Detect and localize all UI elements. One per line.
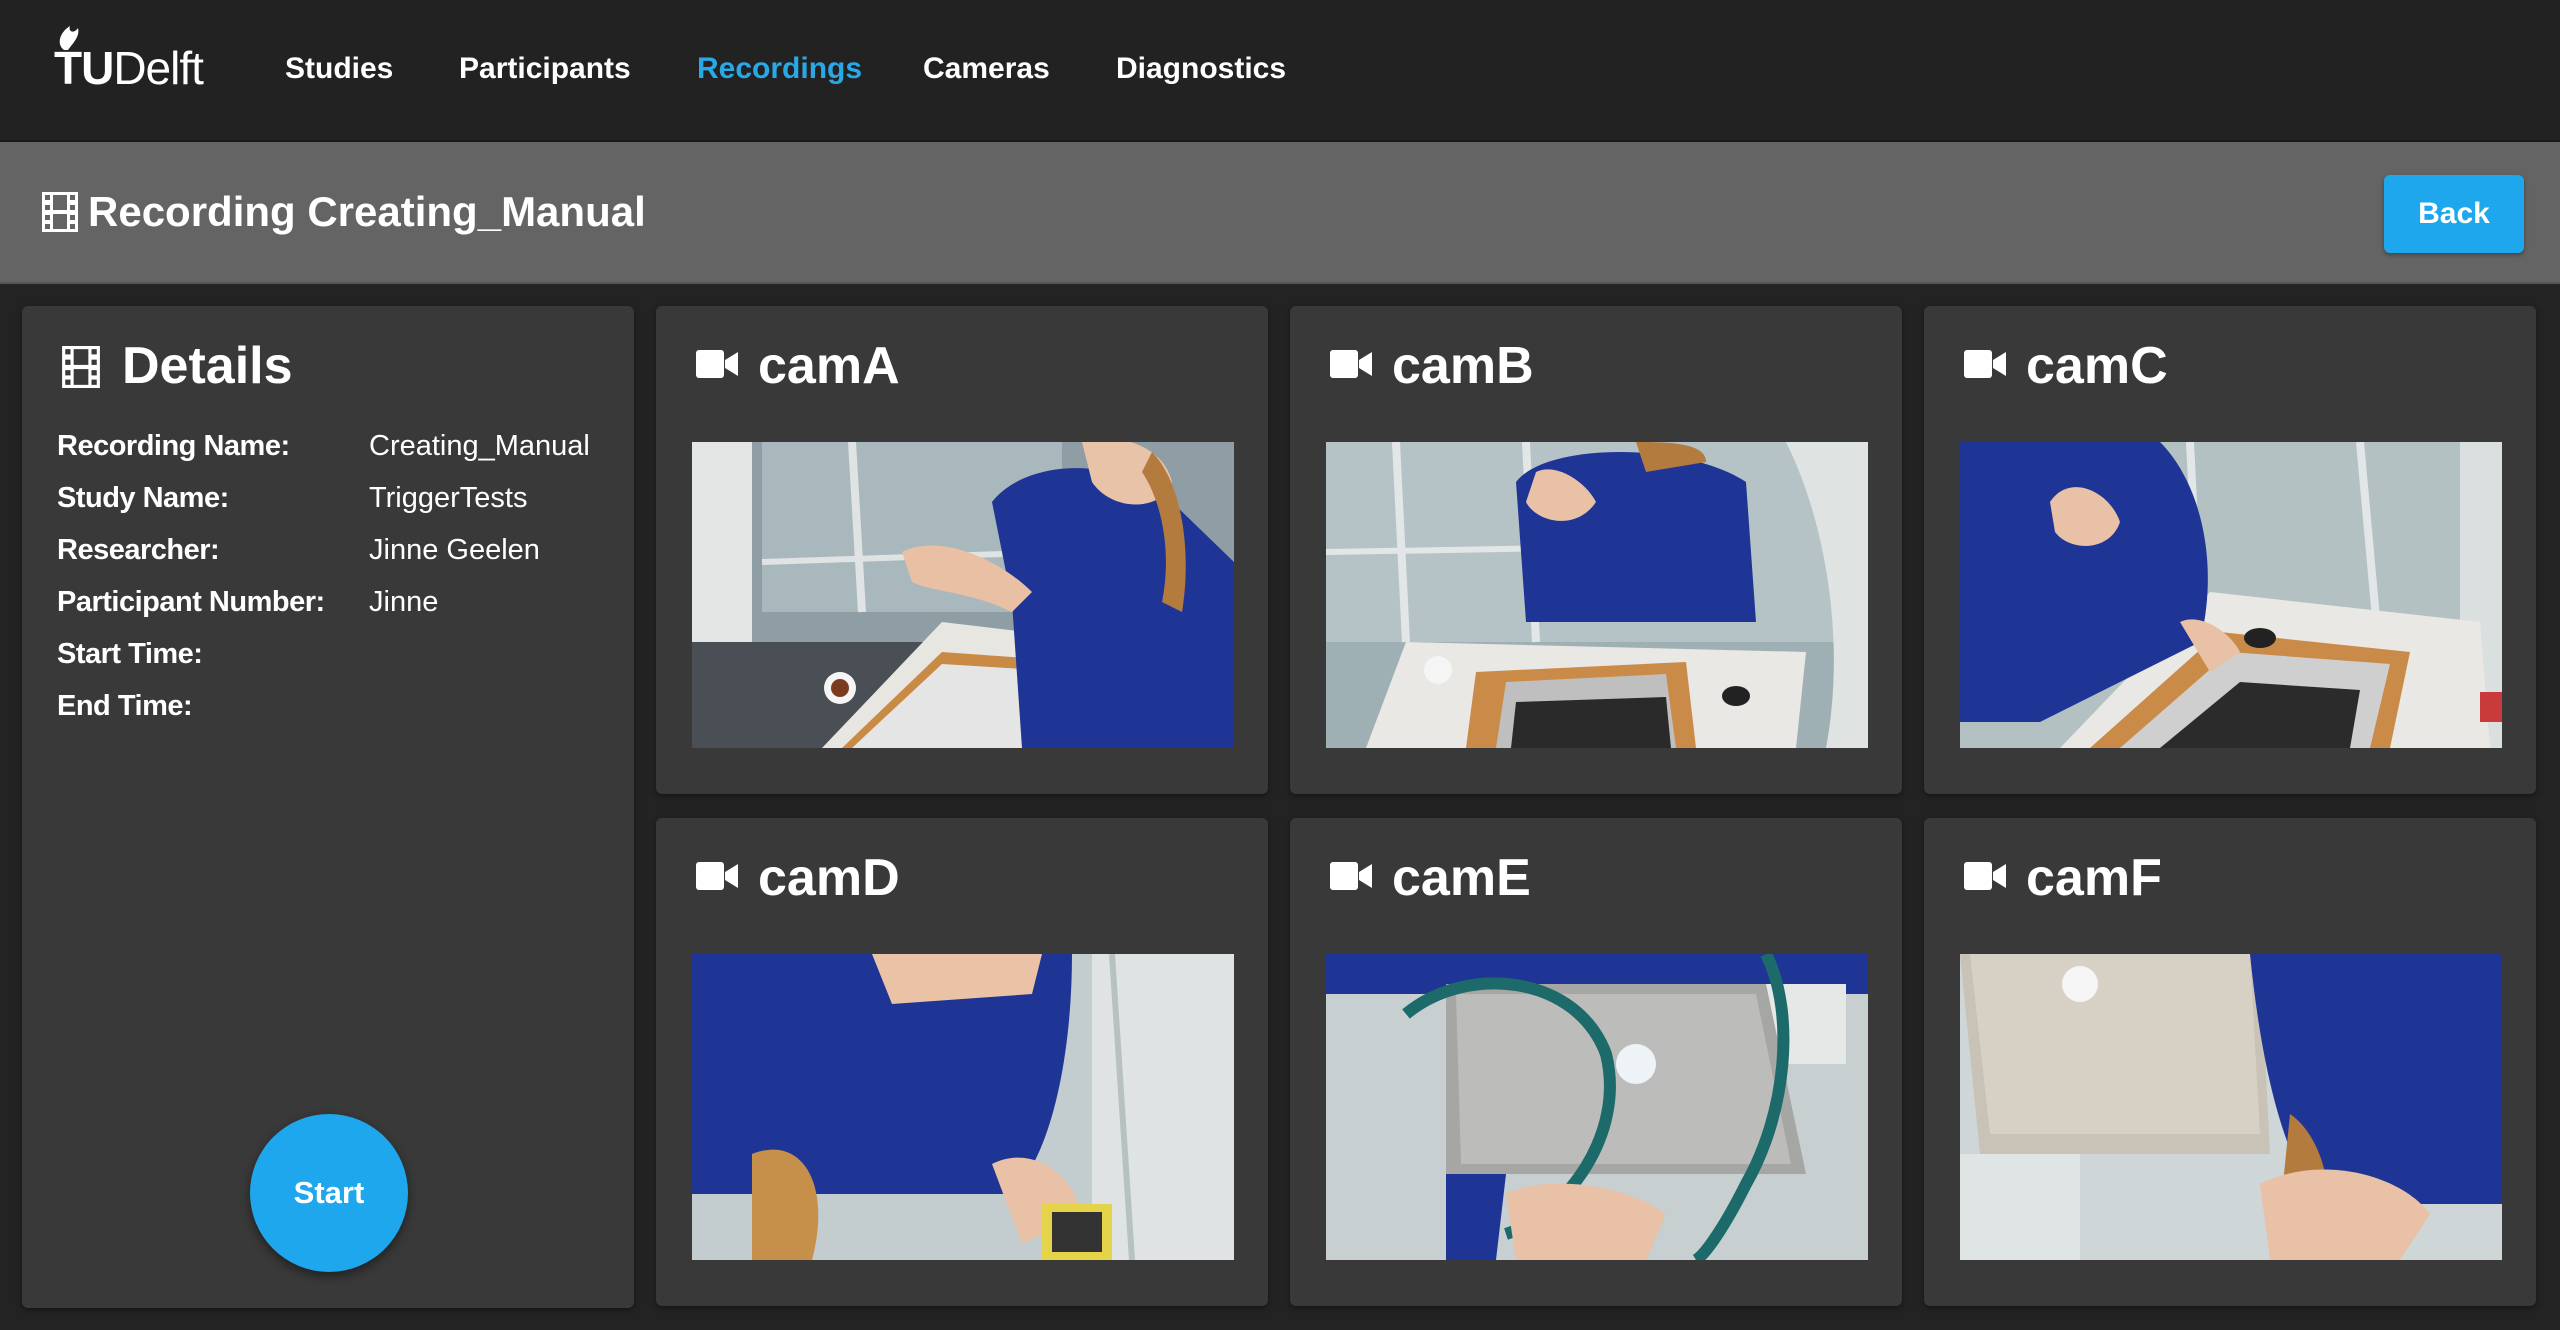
camera-feed-image [1960,954,2502,1260]
film-icon [62,346,100,388]
camera-tile-camA[interactable]: camA [656,306,1268,794]
video-camera-icon [1330,862,1372,890]
camera-feed-image [692,442,1234,748]
start-recording-button[interactable]: Start [250,1114,408,1272]
camera-feed-image [692,954,1234,1260]
camera-feed-image [1326,954,1868,1260]
back-button[interactable]: Back [2384,175,2524,253]
nav-cameras[interactable]: Cameras [923,52,1050,86]
camera-name: camF [2026,849,2162,907]
camera-name: camC [2026,337,2168,395]
camera-feed-image [1326,442,1868,748]
nav-diagnostics[interactable]: Diagnostics [1116,52,1286,86]
camera-tile-camF[interactable]: camF [1924,818,2536,1306]
camera-tile-camE[interactable]: camE [1290,818,1902,1306]
camera-tile-camB[interactable]: camB [1290,306,1902,794]
details-title: Details [122,337,293,395]
video-camera-icon [696,350,738,378]
camera-tile-camC[interactable]: camC [1924,306,2536,794]
camera-feed-image [1960,442,2502,748]
nav-participants[interactable]: Participants [459,52,631,86]
top-navbar: TUDelft Studies Participants Recordings … [0,0,2560,142]
camera-tile-camD[interactable]: camD [656,818,1268,1306]
nav-recordings[interactable]: Recordings [697,52,862,86]
camera-name: camB [1392,337,1534,395]
film-icon [42,192,78,232]
page-title: Recording Creating_Manual [88,188,646,235]
flame-icon [59,26,79,50]
video-camera-icon [1330,350,1372,378]
details-panel: Details Recording Name: Creating_Manual … [22,306,634,1308]
video-camera-icon [696,862,738,890]
nav-studies[interactable]: Studies [285,52,393,86]
video-camera-icon [1964,862,2006,890]
tudelft-logo[interactable]: TUDelft [52,22,227,97]
camera-name: camE [1392,849,1531,907]
camera-name: camA [758,337,900,395]
camera-name: camD [758,849,900,907]
page-header: Recording Creating_Manual Back [0,142,2560,284]
video-camera-icon [1964,350,2006,378]
